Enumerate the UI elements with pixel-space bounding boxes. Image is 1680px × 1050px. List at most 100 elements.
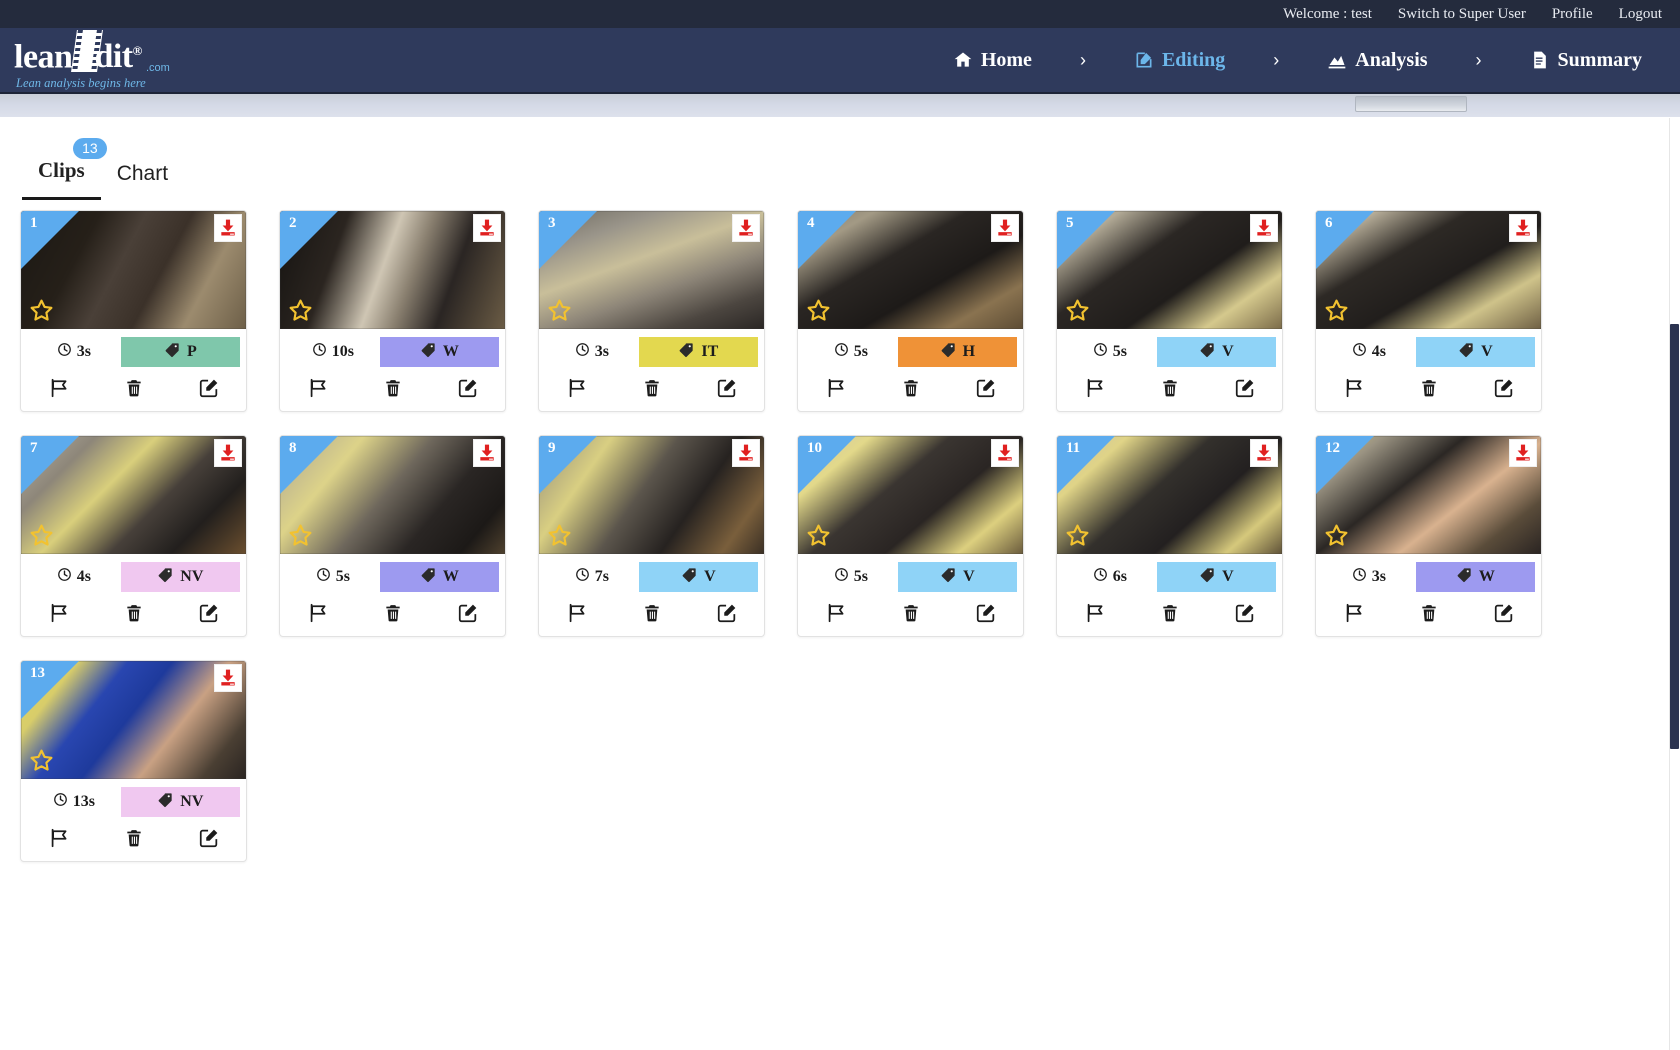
- star-icon[interactable]: [28, 297, 55, 324]
- star-icon[interactable]: [546, 297, 573, 324]
- clip-thumbnail[interactable]: 8: [280, 436, 505, 554]
- clip-tag-badge[interactable]: V: [638, 562, 758, 592]
- edit-note-icon[interactable]: [171, 602, 246, 624]
- edit-note-icon[interactable]: [689, 377, 764, 399]
- star-icon[interactable]: [1323, 522, 1350, 549]
- clip-tag-badge[interactable]: IT: [638, 337, 758, 367]
- clip-thumbnail[interactable]: 10: [798, 436, 1023, 554]
- clip-card[interactable]: 8 5s W: [279, 435, 506, 637]
- download-icon[interactable]: [1250, 439, 1278, 467]
- clip-card[interactable]: 4 5s H: [797, 210, 1024, 412]
- clip-card[interactable]: 6 4s V: [1315, 210, 1542, 412]
- star-icon[interactable]: [805, 297, 832, 324]
- clip-card[interactable]: 11 6s V: [1056, 435, 1283, 637]
- clip-tag-badge[interactable]: P: [120, 337, 240, 367]
- trash-icon[interactable]: [96, 377, 171, 399]
- clip-card[interactable]: 1 3s P: [20, 210, 247, 412]
- flag-icon[interactable]: [539, 602, 614, 624]
- page-scrollbar-thumb[interactable]: [1670, 324, 1679, 749]
- trash-icon[interactable]: [1132, 602, 1207, 624]
- clip-thumbnail[interactable]: 4: [798, 211, 1023, 329]
- tab-chart[interactable]: Chart: [101, 162, 184, 200]
- edit-note-icon[interactable]: [171, 827, 246, 849]
- flag-icon[interactable]: [1316, 602, 1391, 624]
- trash-icon[interactable]: [96, 827, 171, 849]
- edit-note-icon[interactable]: [430, 377, 505, 399]
- star-icon[interactable]: [1323, 297, 1350, 324]
- edit-note-icon[interactable]: [948, 377, 1023, 399]
- clip-card[interactable]: 13 13s NV: [20, 660, 247, 862]
- clip-tag-badge[interactable]: V: [1415, 337, 1535, 367]
- profile-link[interactable]: Profile: [1552, 6, 1593, 23]
- download-icon[interactable]: [473, 439, 501, 467]
- star-icon[interactable]: [28, 747, 55, 774]
- edit-note-icon[interactable]: [1466, 602, 1541, 624]
- trash-icon[interactable]: [355, 602, 430, 624]
- clip-thumbnail[interactable]: 1: [21, 211, 246, 329]
- star-icon[interactable]: [1064, 297, 1091, 324]
- edit-note-icon[interactable]: [430, 602, 505, 624]
- clip-tag-badge[interactable]: W: [379, 337, 499, 367]
- flag-icon[interactable]: [21, 377, 96, 399]
- trash-icon[interactable]: [614, 377, 689, 399]
- star-icon[interactable]: [28, 522, 55, 549]
- download-icon[interactable]: [473, 214, 501, 242]
- clip-card[interactable]: 7 4s NV: [20, 435, 247, 637]
- trash-icon[interactable]: [1132, 377, 1207, 399]
- nav-item-analysis[interactable]: Analysis: [1317, 49, 1437, 72]
- clip-thumbnail[interactable]: 3: [539, 211, 764, 329]
- horizontal-scrollbar-knob[interactable]: [1355, 96, 1467, 112]
- nav-item-summary[interactable]: Summary: [1520, 49, 1652, 72]
- clip-thumbnail[interactable]: 2: [280, 211, 505, 329]
- edit-note-icon[interactable]: [948, 602, 1023, 624]
- trash-icon[interactable]: [355, 377, 430, 399]
- flag-icon[interactable]: [280, 602, 355, 624]
- nav-item-home[interactable]: Home: [943, 49, 1042, 72]
- edit-note-icon[interactable]: [1466, 377, 1541, 399]
- download-icon[interactable]: [214, 214, 242, 242]
- flag-icon[interactable]: [1316, 377, 1391, 399]
- clip-card[interactable]: 10 5s V: [797, 435, 1024, 637]
- flag-icon[interactable]: [21, 602, 96, 624]
- flag-icon[interactable]: [798, 377, 873, 399]
- star-icon[interactable]: [1064, 522, 1091, 549]
- flag-icon[interactable]: [539, 377, 614, 399]
- clip-card[interactable]: 5 5s V: [1056, 210, 1283, 412]
- clip-card[interactable]: 3 3s IT: [538, 210, 765, 412]
- download-icon[interactable]: [214, 439, 242, 467]
- clip-card[interactable]: 9 7s V: [538, 435, 765, 637]
- clip-tag-badge[interactable]: H: [897, 337, 1017, 367]
- star-icon[interactable]: [287, 522, 314, 549]
- download-icon[interactable]: [1509, 214, 1537, 242]
- clip-thumbnail[interactable]: 11: [1057, 436, 1282, 554]
- clip-tag-badge[interactable]: V: [1156, 337, 1276, 367]
- edit-note-icon[interactable]: [1207, 377, 1282, 399]
- clip-thumbnail[interactable]: 9: [539, 436, 764, 554]
- clip-tag-badge[interactable]: V: [897, 562, 1017, 592]
- download-icon[interactable]: [732, 214, 760, 242]
- switch-to-super-user-link[interactable]: Switch to Super User: [1398, 6, 1526, 23]
- clip-thumbnail[interactable]: 5: [1057, 211, 1282, 329]
- star-icon[interactable]: [805, 522, 832, 549]
- clip-thumbnail[interactable]: 13: [21, 661, 246, 779]
- clip-thumbnail[interactable]: 6: [1316, 211, 1541, 329]
- trash-icon[interactable]: [873, 377, 948, 399]
- clip-thumbnail[interactable]: 12: [1316, 436, 1541, 554]
- clip-tag-badge[interactable]: W: [379, 562, 499, 592]
- logout-link[interactable]: Logout: [1619, 6, 1662, 23]
- flag-icon[interactable]: [798, 602, 873, 624]
- download-icon[interactable]: [991, 214, 1019, 242]
- trash-icon[interactable]: [873, 602, 948, 624]
- download-icon[interactable]: [1250, 214, 1278, 242]
- trash-icon[interactable]: [1391, 602, 1466, 624]
- flag-icon[interactable]: [1057, 377, 1132, 399]
- flag-icon[interactable]: [280, 377, 355, 399]
- clip-thumbnail[interactable]: 7: [21, 436, 246, 554]
- trash-icon[interactable]: [96, 602, 171, 624]
- download-icon[interactable]: [732, 439, 760, 467]
- clip-tag-badge[interactable]: V: [1156, 562, 1276, 592]
- flag-icon[interactable]: [1057, 602, 1132, 624]
- tab-clips[interactable]: Clips 13: [22, 138, 107, 200]
- leanedit-logo[interactable]: lean dit® .com Lean analysis begins here: [14, 30, 194, 94]
- clip-card[interactable]: 12 3s W: [1315, 435, 1542, 637]
